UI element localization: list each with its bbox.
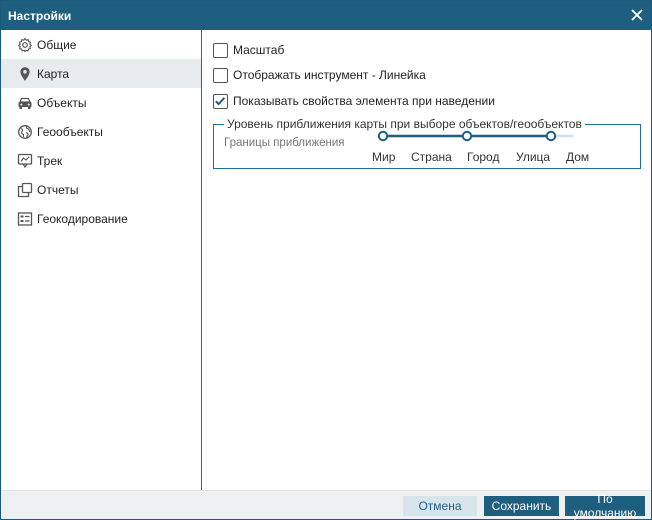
sidebar-item-label: Общие — [37, 37, 77, 52]
zoom-bounds-label: Границы приближения — [224, 137, 345, 149]
scale-option[interactable]: Масштаб — [213, 42, 284, 58]
sidebar-item-label: Трек — [37, 153, 63, 168]
gear-icon — [17, 37, 33, 53]
hover-properties-checkbox[interactable] — [213, 93, 228, 109]
close-icon[interactable] — [629, 7, 645, 23]
ruler-option[interactable]: Отображать инструмент - Линейка — [213, 67, 426, 83]
sidebar-item-objects[interactable]: Объекты — [1, 88, 201, 117]
scale-checkbox[interactable] — [213, 42, 228, 58]
geocoding-icon — [17, 211, 33, 227]
sidebar-item-map[interactable]: Карта — [1, 59, 201, 88]
reports-icon — [17, 182, 33, 198]
window-title: Настройки — [8, 9, 72, 23]
sidebar-item-general[interactable]: Общие — [1, 30, 201, 59]
zoom-level-city: Город — [467, 150, 500, 164]
cancel-button[interactable]: Отмена — [403, 496, 477, 516]
sidebar-item-label: Объекты — [37, 95, 87, 110]
zoom-level-country: Страна — [411, 150, 452, 164]
zoom-range-slider[interactable]: Мир Страна Город Улица Дом — [369, 128, 629, 168]
zoom-level-street: Улица — [516, 150, 551, 164]
car-icon — [17, 95, 33, 111]
checkmark-icon — [215, 96, 226, 105]
sidebar-item-reports[interactable]: Отчеты — [1, 175, 201, 204]
sidebar-item-track[interactable]: Трек — [1, 146, 201, 175]
save-button[interactable]: Сохранить — [484, 496, 559, 516]
scale-option-label: Масштаб — [233, 43, 285, 57]
track-icon — [17, 153, 33, 169]
zoom-level-world: Мир — [372, 150, 396, 164]
sidebar-item-label: Карта — [37, 66, 70, 81]
map-pin-icon — [17, 66, 33, 82]
settings-sidebar: Общие Карта Объекты Геообъекты Трек Отче… — [1, 30, 202, 490]
zoom-level-group: Уровень приближения карты при выборе объ… — [213, 117, 641, 169]
sidebar-item-geoobjects[interactable]: Геообъекты — [1, 117, 201, 146]
hover-properties-label: Показывать свойства элемента при наведен… — [233, 94, 495, 108]
slider-handle-max[interactable] — [545, 130, 557, 142]
ruler-option-label: Отображать инструмент - Линейка — [233, 68, 426, 82]
map-settings-panel: Масштаб Отображать инструмент - Линейка … — [203, 30, 651, 490]
titlebar: Настройки — [1, 1, 651, 30]
sidebar-item-geocoding[interactable]: Геокодирование — [1, 204, 201, 233]
zoom-level-house: Дом — [566, 150, 590, 164]
slider-handle-mid[interactable] — [461, 130, 473, 142]
hover-properties-option[interactable]: Показывать свойства элемента при наведен… — [213, 93, 495, 109]
settings-window: Настройки Общие Карта Объекты Геообъекты… — [0, 0, 652, 520]
sidebar-item-label: Отчеты — [37, 182, 79, 197]
ruler-checkbox[interactable] — [213, 67, 228, 83]
dialog-footer: Отмена Сохранить По умолчанию — [1, 490, 651, 520]
sidebar-item-label: Геокодирование — [37, 211, 128, 226]
sidebar-item-label: Геообъекты — [37, 124, 103, 139]
globe-icon — [17, 124, 33, 140]
slider-handle-min[interactable] — [377, 130, 389, 142]
reset-defaults-button[interactable]: По умолчанию — [565, 492, 645, 520]
